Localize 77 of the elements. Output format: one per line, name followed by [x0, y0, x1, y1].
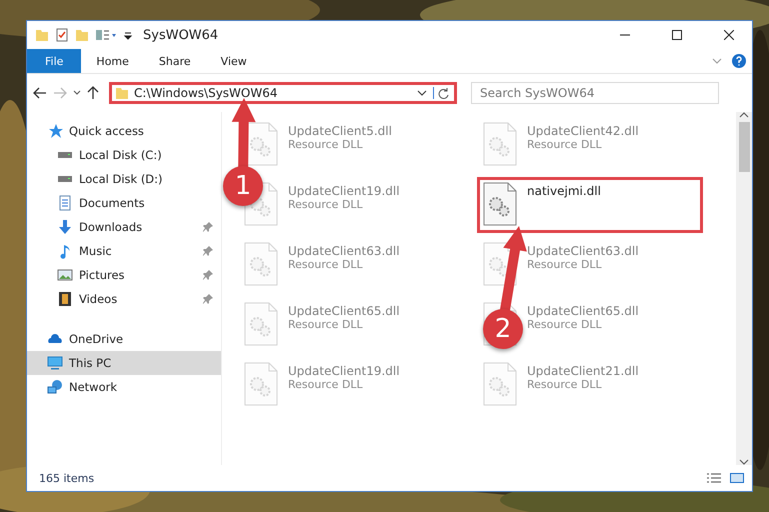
star-icon [47, 123, 63, 139]
nav-item[interactable]: Pictures [27, 263, 221, 287]
file-name[interactable]: UpdateClient21.dll [527, 364, 639, 378]
nav-item[interactable]: OneDrive [27, 327, 221, 351]
file-name[interactable]: UpdateClient63.dll [288, 244, 400, 258]
close-icon [724, 30, 734, 40]
drive-icon [57, 176, 73, 182]
film-icon [57, 291, 73, 307]
large-icons-view-icon[interactable] [730, 472, 744, 484]
scroll-thumb[interactable] [738, 122, 750, 172]
file-name[interactable]: UpdateClient19.dll [288, 364, 400, 378]
file-type: Resource DLL [288, 198, 364, 211]
file-type: Resource DLL [288, 378, 364, 391]
file-type: Resource DLL [288, 138, 364, 151]
up-button[interactable] [87, 86, 99, 100]
pin-icon [203, 270, 213, 280]
nav-item[interactable]: Music [27, 239, 221, 263]
nav-item[interactable]: Quick access [27, 119, 221, 143]
pin-icon [203, 246, 213, 256]
search-field[interactable]: Search SysWOW64 [471, 82, 719, 104]
file-type: Resource DLL [527, 318, 603, 331]
nav-item[interactable]: Documents [27, 191, 221, 215]
properties-icon[interactable] [55, 28, 69, 42]
nav-item[interactable]: Downloads [27, 215, 221, 239]
gear-file-icon [483, 362, 517, 406]
scrollbar[interactable] [736, 112, 752, 465]
network-icon [47, 379, 63, 395]
ribbon-tab[interactable]: Home [81, 49, 144, 73]
scroll-down-icon[interactable] [739, 459, 749, 465]
address-field[interactable]: C:\Windows\SysWOW64 [109, 82, 457, 104]
item-count: 165 items [39, 472, 96, 484]
ribbon-tab[interactable]: View [206, 49, 262, 73]
file-type: Resource DLL [527, 378, 603, 391]
nav-item[interactable]: Videos [27, 287, 221, 311]
monitor-icon [47, 355, 63, 371]
file-type: Resource DLL [527, 258, 603, 271]
file-name[interactable]: UpdateClient42.dll [527, 124, 639, 138]
folder-icon [35, 28, 49, 42]
highlighted-file-item[interactable]: nativejmi.dll [477, 177, 703, 233]
minimize-icon [620, 34, 630, 36]
file-type: Resource DLL [288, 258, 364, 271]
file-type: Resource DLL [288, 318, 364, 331]
scroll-up-icon[interactable] [739, 112, 749, 118]
file-name[interactable]: UpdateClient65.dll [527, 304, 639, 318]
file-name[interactable]: UpdateClient5.dll [288, 124, 392, 138]
window-title: SysWOW64 [143, 28, 220, 42]
gear-file-icon [244, 362, 278, 406]
maximize-icon [672, 30, 682, 40]
folder-icon [116, 88, 128, 98]
file-name[interactable]: UpdateClient63.dll [527, 244, 639, 258]
help-icon[interactable] [732, 54, 746, 68]
view-list-icon[interactable] [95, 28, 117, 42]
file-type: Resource DLL [527, 138, 603, 151]
gear-file-icon [244, 302, 278, 346]
download-icon [57, 219, 73, 235]
details-view-icon[interactable] [706, 472, 722, 484]
back-button[interactable] [33, 87, 47, 99]
ribbon-tab[interactable]: Share [144, 49, 206, 73]
nav-item[interactable]: This PC [27, 351, 221, 375]
nav-item[interactable]: Local Disk (C:) [27, 143, 221, 167]
pin-icon [203, 294, 213, 304]
drive-icon [57, 152, 73, 158]
document-icon [57, 195, 73, 211]
file-name[interactable]: nativejmi.dll [527, 184, 601, 198]
file-name[interactable]: UpdateClient65.dll [288, 304, 400, 318]
picture-icon [57, 267, 73, 283]
nav-item[interactable]: Local Disk (D:) [27, 167, 221, 191]
file-menu-button[interactable]: File [27, 49, 82, 73]
gear-file-icon [483, 122, 517, 166]
nav-item[interactable]: Network [27, 375, 221, 399]
gear-file-icon [483, 182, 517, 226]
pin-icon [203, 222, 213, 232]
chevron-down-icon[interactable] [417, 90, 427, 96]
file-name[interactable]: UpdateClient19.dll [288, 184, 400, 198]
gear-file-icon [244, 242, 278, 286]
refresh-icon[interactable] [433, 87, 450, 99]
recent-locations-button[interactable] [73, 90, 81, 96]
